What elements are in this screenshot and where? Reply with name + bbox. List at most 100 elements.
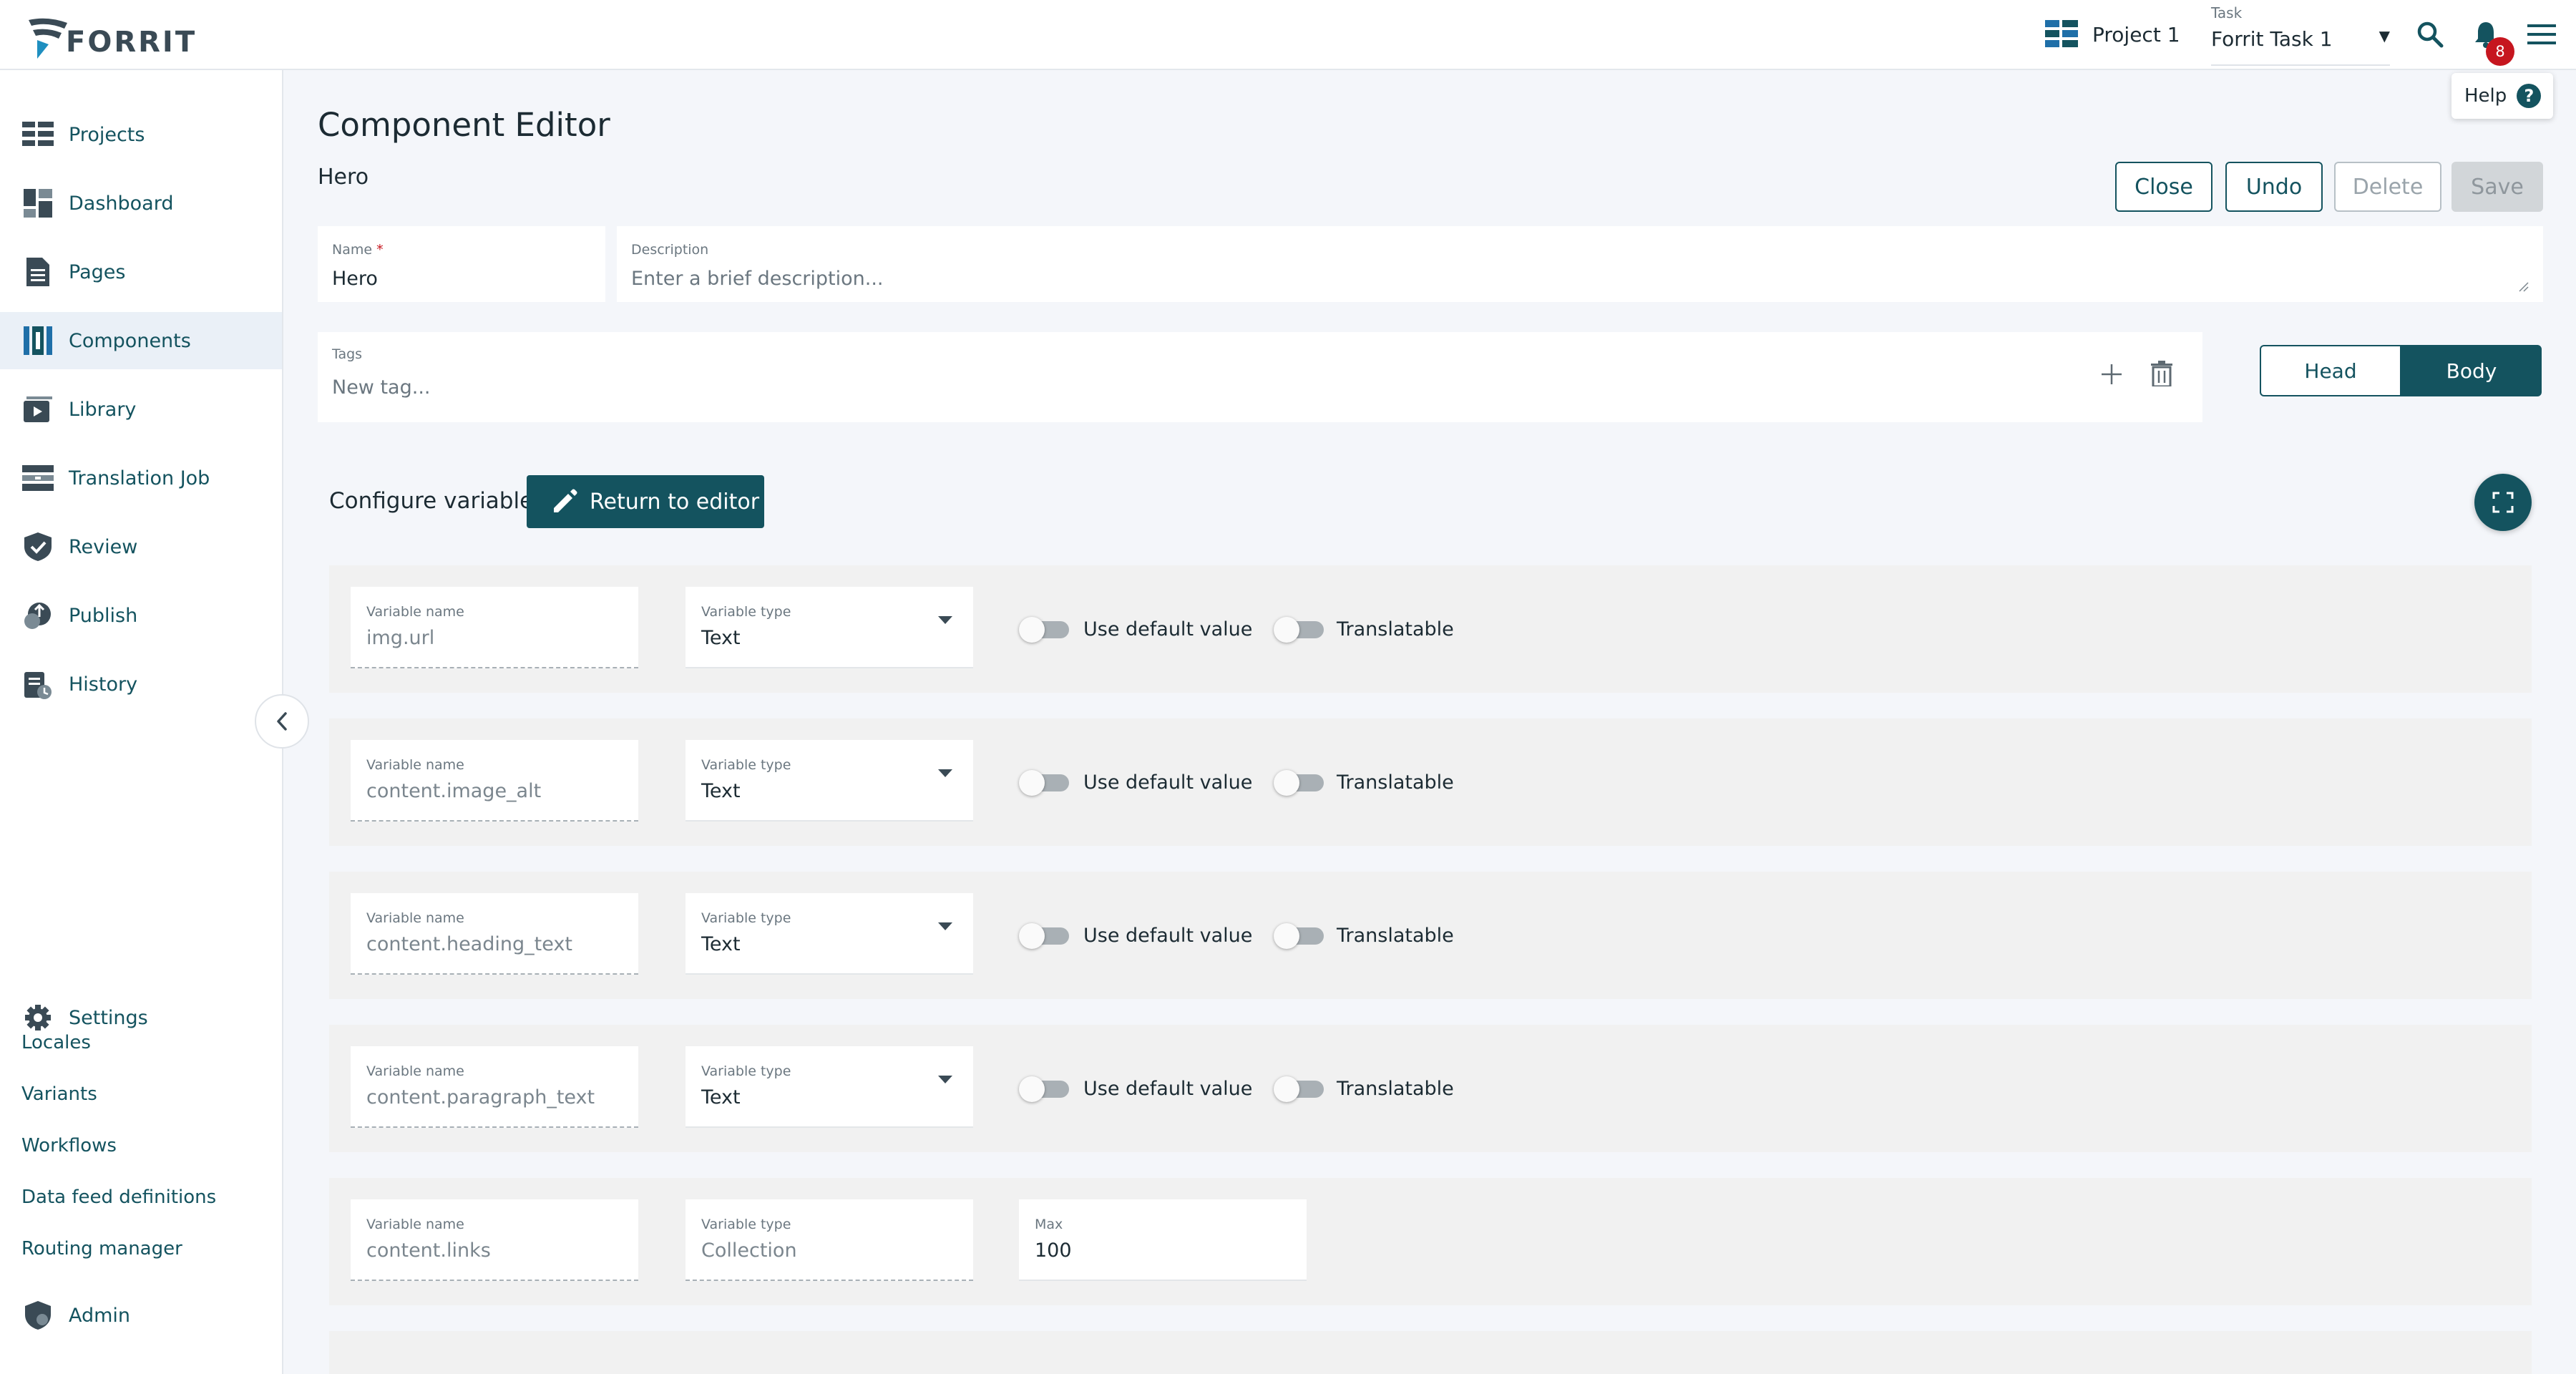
- search-button[interactable]: [2413, 17, 2447, 52]
- settings-label: Settings: [69, 1006, 148, 1029]
- sidebar-item-components[interactable]: Components: [0, 312, 282, 369]
- variable-name-field[interactable]: Variable name content.image_alt: [351, 740, 638, 822]
- sidebar-link-data-feed-definitions[interactable]: Data feed definitions: [21, 1187, 216, 1208]
- variable-type-value: Text: [701, 933, 741, 955]
- variable-name-field[interactable]: Variable name content.heading_text: [351, 893, 638, 975]
- variable-type-value: Collection: [701, 1239, 797, 1262]
- sidebar-item-history[interactable]: History: [0, 656, 282, 713]
- sidebar-link-routing-manager[interactable]: Routing manager: [21, 1238, 182, 1260]
- sidebar-item-label: Review: [69, 535, 138, 558]
- variable-type-select[interactable]: Variable type Text: [686, 1046, 973, 1128]
- delete-tags-icon[interactable]: [2151, 361, 2172, 386]
- tags-field[interactable]: Tags New tag...: [318, 332, 2202, 422]
- sidebar-item-review[interactable]: Review: [0, 518, 282, 575]
- dashboard-icon: [21, 187, 54, 220]
- project-name: Project 1: [2092, 22, 2180, 47]
- sidebar-link-workflows[interactable]: Workflows: [21, 1135, 117, 1156]
- use-default-value-toggle[interactable]: [1019, 1076, 1070, 1102]
- max-field[interactable]: Max 100: [1019, 1199, 1307, 1281]
- review-icon: [21, 530, 54, 563]
- translation-job-icon: [21, 462, 54, 494]
- variable-type-label: Variable type: [701, 1217, 791, 1232]
- return-to-editor-label: Return to editor: [590, 489, 760, 515]
- task-selector[interactable]: Task Forrit Task 1 ▼: [2211, 3, 2390, 66]
- use-default-value-toggle[interactable]: [1019, 770, 1070, 796]
- variable-type-label: Variable type: [701, 757, 791, 773]
- sidebar-item-translation-job[interactable]: Translation Job: [0, 449, 282, 507]
- pencil-icon: [554, 489, 577, 512]
- caret-down-icon: ▼: [2379, 27, 2390, 44]
- translatable-toggle[interactable]: [1274, 923, 1325, 949]
- variable-row: Variable name content.image_alt Variable…: [329, 718, 2532, 846]
- variable-type-field: Variable type Collection: [686, 1199, 973, 1281]
- menu-button[interactable]: [2524, 17, 2559, 52]
- fullscreen-icon: [2492, 492, 2514, 513]
- use-default-value-toggle[interactable]: [1019, 923, 1070, 949]
- variable-name-value: content.links: [366, 1239, 491, 1262]
- add-tag-icon[interactable]: [2099, 362, 2124, 386]
- use-default-value-toggle[interactable]: [1019, 617, 1070, 643]
- variable-name-field[interactable]: Variable name content.links: [351, 1199, 638, 1281]
- pages-icon: [21, 255, 54, 288]
- undo-button[interactable]: Undo: [2225, 162, 2323, 212]
- variable-type-label: Variable type: [701, 1063, 791, 1079]
- project-selector[interactable]: Project 1: [2045, 20, 2180, 49]
- sidebar-item-projects[interactable]: Projects: [0, 106, 282, 163]
- variable-name-label: Variable name: [366, 910, 464, 926]
- close-button[interactable]: Close: [2115, 162, 2212, 212]
- variable-type-select[interactable]: Variable type Text: [686, 740, 973, 822]
- variable-name-field[interactable]: Variable name content.paragraph_text: [351, 1046, 638, 1128]
- fullscreen-button[interactable]: [2474, 474, 2532, 531]
- sidebar-item-label: Library: [69, 398, 137, 421]
- chevron-left-icon: [277, 712, 287, 731]
- sidebar: Projects Dashboard Pages Components Libr…: [0, 70, 283, 1374]
- head-tab[interactable]: Head: [2260, 345, 2401, 396]
- caret-down-icon: [938, 616, 952, 624]
- max-value: 100: [1035, 1239, 1072, 1262]
- return-to-editor-button[interactable]: Return to editor: [527, 475, 764, 528]
- variable-type-select[interactable]: Variable type Text: [686, 893, 973, 975]
- name-field[interactable]: Name * Hero: [318, 226, 605, 302]
- use-default-value-label: Use default value: [1083, 618, 1253, 640]
- required-marker: *: [376, 242, 384, 258]
- sidebar-item-label: Publish: [69, 604, 138, 627]
- sidebar-item-label: Pages: [69, 260, 126, 283]
- tags-field-label: Tags: [332, 346, 363, 362]
- variable-type-value: Text: [701, 627, 741, 649]
- translatable-toggle[interactable]: [1274, 617, 1325, 643]
- variable-type-label: Variable type: [701, 604, 791, 620]
- sidebar-link-variants[interactable]: Variants: [21, 1083, 97, 1105]
- collapse-sidebar-button[interactable]: [255, 694, 309, 749]
- sidebar-item-publish[interactable]: Publish: [0, 587, 282, 644]
- body-tab[interactable]: Body: [2401, 345, 2542, 396]
- description-placeholder: Enter a brief description...: [631, 268, 884, 290]
- variable-type-select[interactable]: Variable type Text: [686, 587, 973, 668]
- use-default-value-label: Use default value: [1083, 925, 1253, 947]
- sidebar-item-admin[interactable]: Admin: [0, 1287, 282, 1344]
- description-field[interactable]: Description Enter a brief description...: [617, 226, 2543, 302]
- use-default-value-label: Use default value: [1083, 771, 1253, 794]
- delete-button[interactable]: Delete: [2334, 162, 2441, 212]
- sidebar-item-dashboard[interactable]: Dashboard: [0, 175, 282, 232]
- translatable-toggle[interactable]: [1274, 770, 1325, 796]
- translatable-label: Translatable: [1337, 1078, 1454, 1100]
- sidebar-item-pages[interactable]: Pages: [0, 243, 282, 301]
- sidebar-item-label: Dashboard: [69, 192, 174, 215]
- sidebar-item-library[interactable]: Library: [0, 381, 282, 438]
- variable-name-field[interactable]: Variable name img.url: [351, 587, 638, 668]
- translatable-label: Translatable: [1337, 618, 1454, 640]
- translatable-toggle[interactable]: [1274, 1076, 1325, 1102]
- resize-handle-icon[interactable]: [2517, 281, 2529, 292]
- page-title: Component Editor: [318, 106, 610, 144]
- sidebar-link-locales[interactable]: Locales: [21, 1032, 91, 1053]
- sidebar-item-label: Components: [69, 329, 191, 352]
- save-button[interactable]: Save: [2451, 162, 2543, 212]
- task-value: Forrit Task 1: [2211, 27, 2333, 51]
- help-button[interactable]: Help ?: [2451, 73, 2553, 119]
- caret-down-icon: [938, 769, 952, 777]
- sidebar-item-label: History: [69, 673, 138, 696]
- brand-name: FORRIT: [66, 26, 197, 59]
- help-label: Help: [2464, 85, 2507, 107]
- history-icon: [21, 668, 54, 701]
- forrit-logo[interactable]: FORRIT: [27, 9, 197, 62]
